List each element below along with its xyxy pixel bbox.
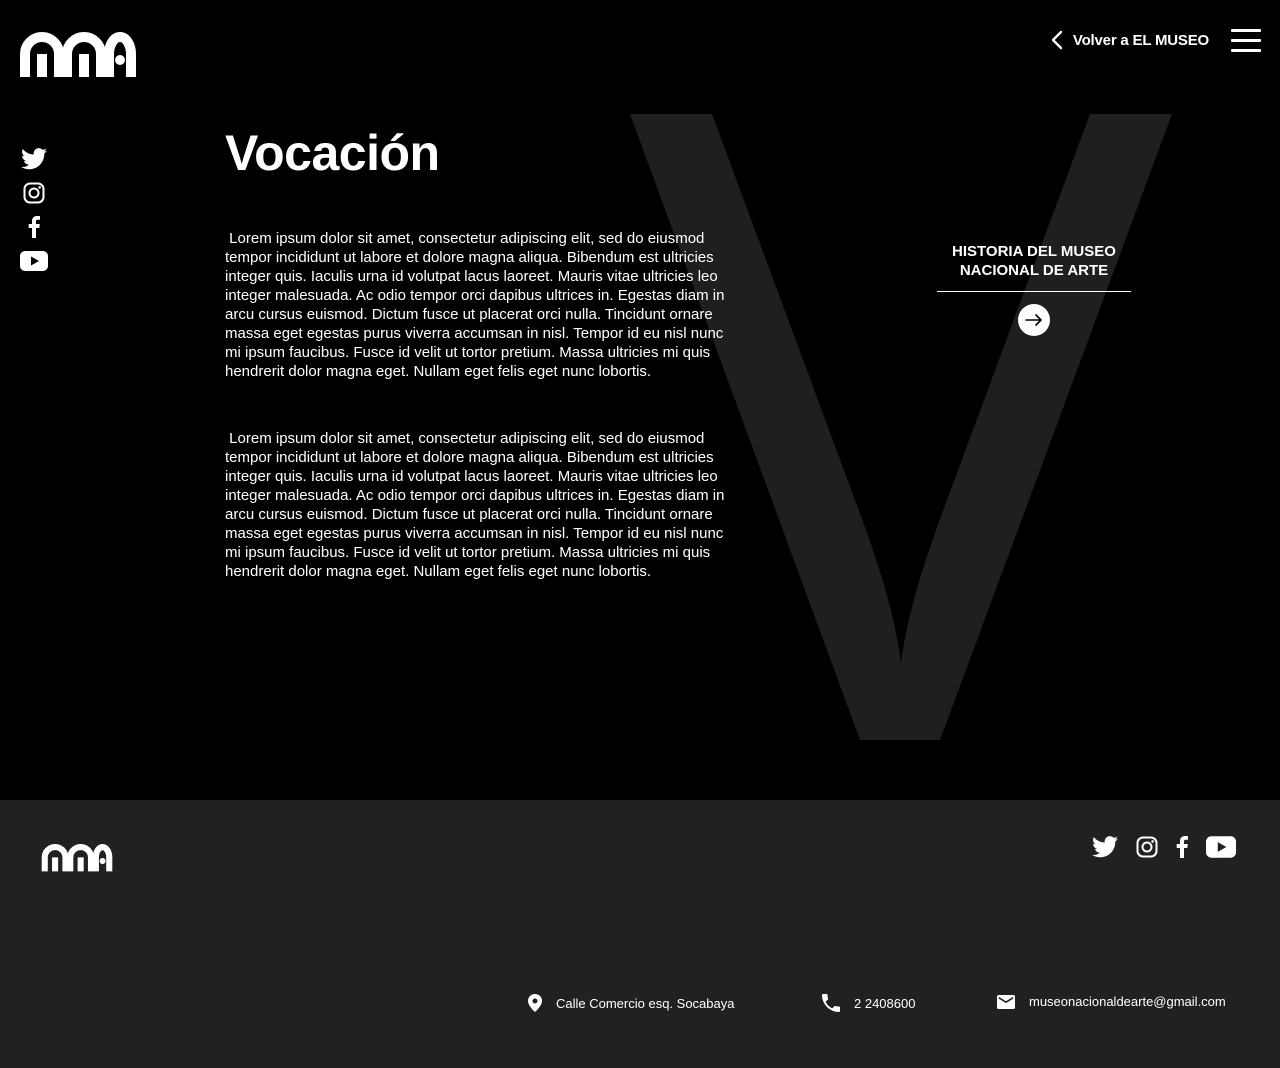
social-links-sidebar: [20, 142, 48, 278]
page-title: Vocación: [225, 125, 440, 181]
footer: Calle Comercio esq. Socabaya 2 2408600 m…: [0, 800, 1280, 1068]
location-pin-icon: [528, 994, 542, 1012]
footer-mna-logo[interactable]: [40, 843, 114, 877]
museum-history-card[interactable]: HISTORIA DEL MUSEO NACIONAL DE ARTE: [937, 242, 1131, 336]
youtube-icon[interactable]: [20, 244, 48, 278]
back-link-label: Volver a EL MUSEO: [1072, 31, 1209, 49]
footer-facebook-icon[interactable]: [1176, 836, 1188, 858]
instagram-icon[interactable]: [23, 176, 45, 210]
footer-logo-mark-icon: [41, 843, 113, 872]
email-text: museonacionaldearte@gmail.com: [1029, 994, 1226, 1009]
mna-logo[interactable]: [20, 31, 136, 83]
phone-text: 2 2408600: [854, 995, 916, 1011]
footer-youtube-icon[interactable]: [1206, 836, 1236, 858]
paragraph-1: Lorem ipsum dolor sit amet, consectetur …: [225, 230, 729, 380]
footer-email[interactable]: museonacionaldearte@gmail.com: [997, 994, 1226, 1009]
back-to-museum-link[interactable]: Volver a EL MUSEO: [1051, 30, 1209, 50]
footer-phone[interactable]: 2 2408600: [822, 994, 915, 1012]
card-divider: [937, 291, 1131, 292]
address-text: Calle Comercio esq. Socabaya: [556, 995, 735, 1011]
twitter-icon[interactable]: [21, 142, 47, 176]
hamburger-menu-icon[interactable]: [1231, 29, 1261, 53]
paragraph-2: Lorem ipsum dolor sit amet, consectetur …: [225, 430, 729, 580]
card-title: HISTORIA DEL MUSEO NACIONAL DE ARTE: [937, 242, 1131, 280]
logo-mark-icon: [20, 31, 136, 77]
facebook-icon[interactable]: [28, 210, 40, 244]
footer-social-links: [1092, 836, 1236, 858]
footer-address: Calle Comercio esq. Socabaya: [528, 994, 734, 1012]
footer-twitter-icon[interactable]: [1092, 836, 1118, 858]
main-section: Volver a EL MUSEO Vocación Lorem ipsum d…: [0, 0, 1280, 800]
arrow-right-icon[interactable]: [1018, 304, 1050, 336]
chevron-left-icon: [1051, 30, 1063, 50]
phone-icon: [822, 994, 840, 1012]
card-title-line-1: HISTORIA DEL MUSEO: [952, 243, 1116, 260]
email-icon: [997, 994, 1015, 1009]
card-title-line-2: NACIONAL DE ARTE: [959, 262, 1109, 279]
footer-instagram-icon[interactable]: [1136, 836, 1158, 858]
